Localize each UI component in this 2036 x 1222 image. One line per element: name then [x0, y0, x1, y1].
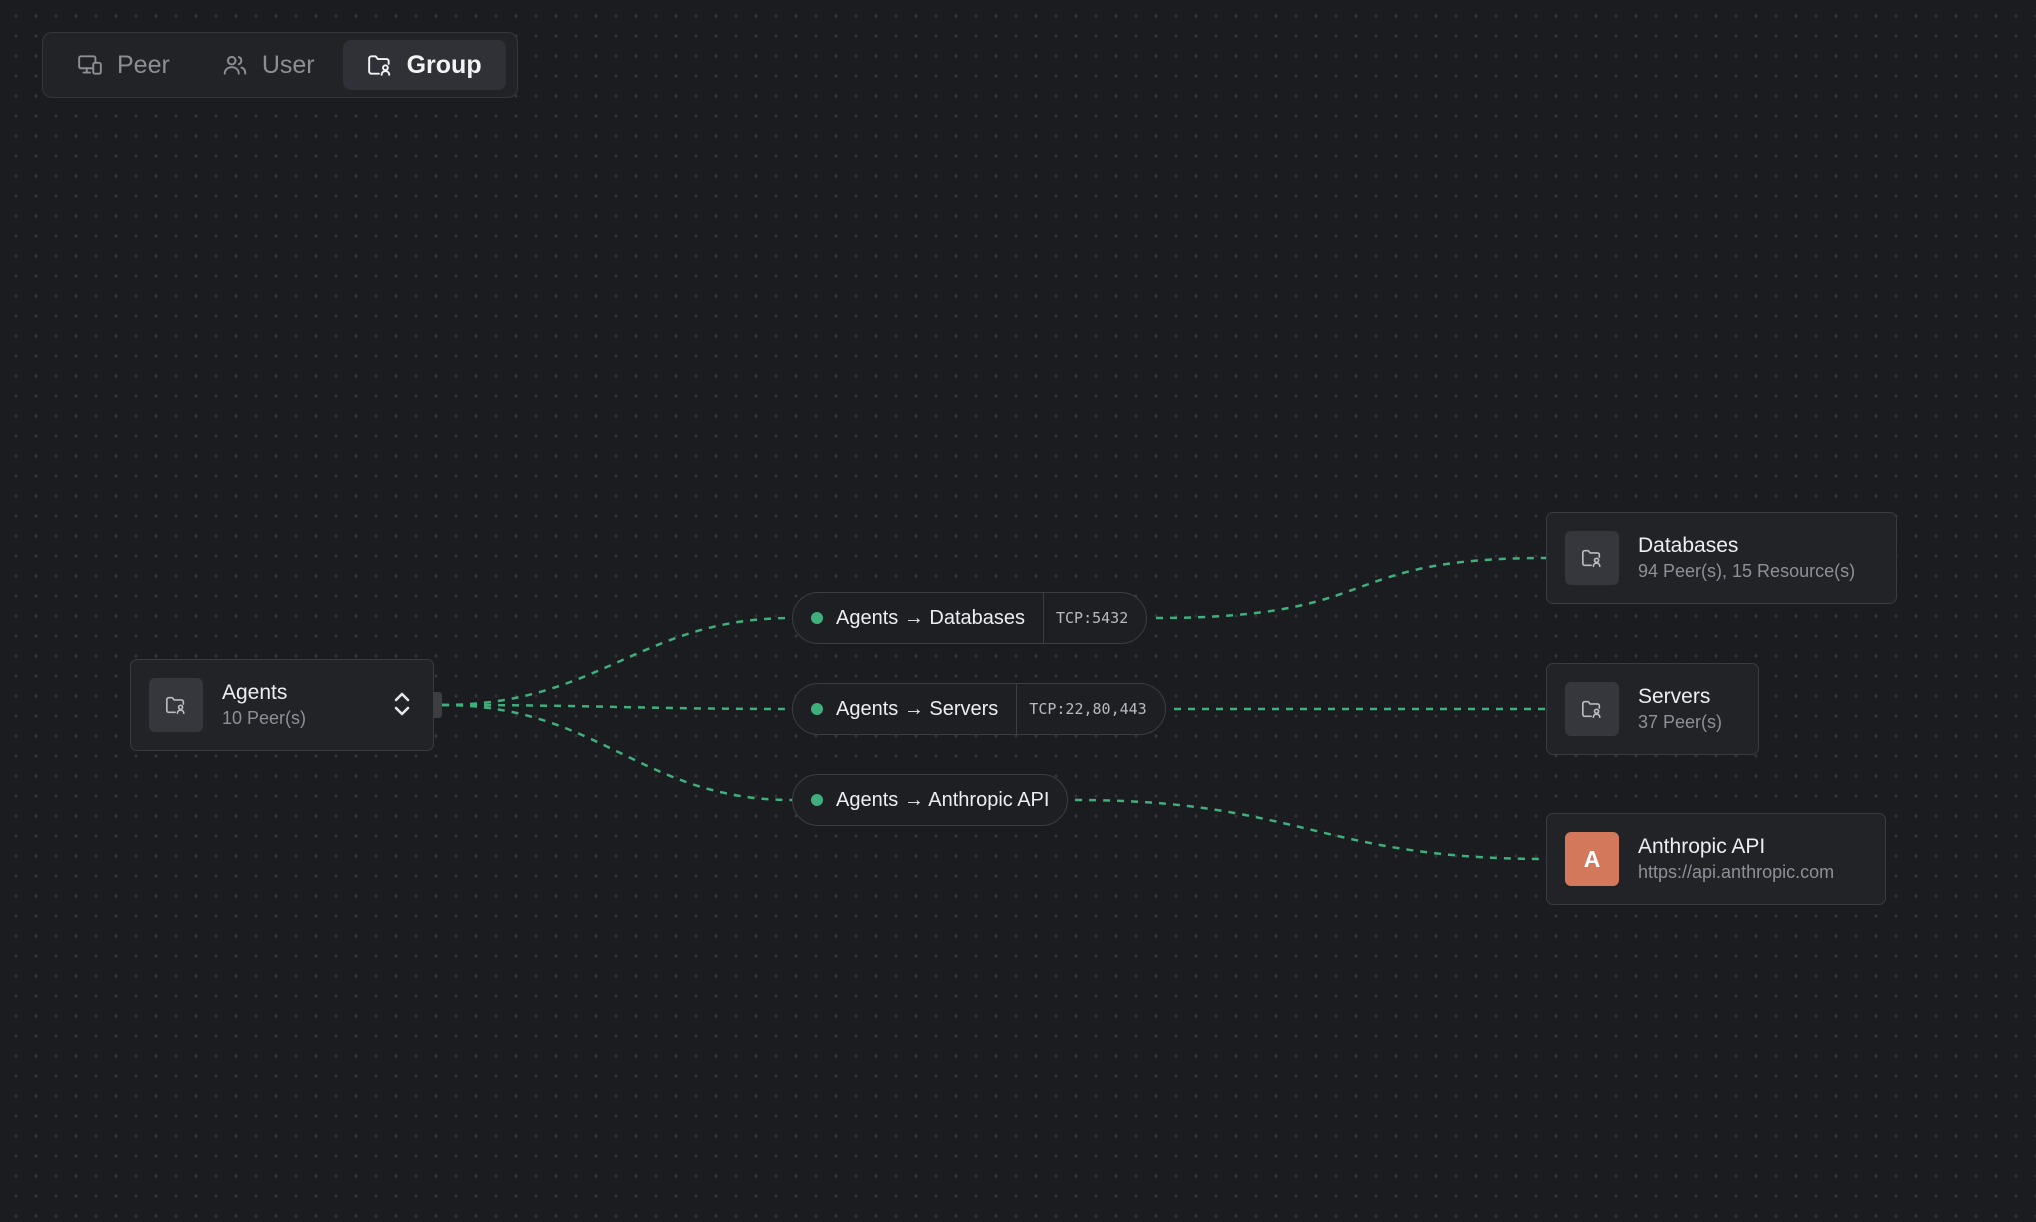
folder-user-icon — [166, 696, 185, 715]
policy-ports: TCP:22,80,443 — [1016, 684, 1164, 734]
node-subtitle: 10 Peer(s) — [222, 708, 307, 728]
anthropic-logo-badge: A — [1565, 832, 1619, 886]
node-title: Servers — [1638, 685, 1711, 708]
node-subtitle: 94 Peer(s), 15 Resource(s) — [1638, 561, 1856, 581]
chevron-up-down-icon[interactable] — [391, 690, 413, 718]
edge-policy-to-databases — [1155, 556, 1547, 620]
destination-node-servers[interactable]: Servers 37 Peer(s) — [1546, 663, 1759, 755]
edge-agents-to-policy-anthropic — [441, 703, 793, 802]
status-dot — [811, 794, 823, 806]
node-icon-box — [149, 678, 203, 732]
status-dot — [811, 612, 823, 624]
node-title: Agents — [222, 681, 288, 704]
policy-ports: TCP:5432 — [1043, 593, 1146, 643]
tab-group-label: Group — [406, 50, 482, 79]
folder-user-icon — [367, 55, 390, 76]
destination-node-anthropic-api[interactable]: A Anthropic API https://api.anthropic.co… — [1546, 813, 1886, 905]
source-handle[interactable] — [433, 692, 442, 718]
policy-pill-databases[interactable]: Agents → Databases TCP:5432 — [792, 592, 1148, 644]
node-icon-box — [1565, 531, 1619, 585]
folder-user-icon — [1582, 700, 1601, 719]
tab-peer-label: Peer — [117, 50, 170, 79]
policy-pill-anthropic[interactable]: Agents → Anthropic API — [792, 774, 1069, 826]
view-mode-tabs: Peer User Group — [42, 32, 518, 98]
edge-agents-to-policy-servers — [441, 703, 793, 711]
folder-user-icon — [1582, 549, 1601, 568]
policy-pill-servers[interactable]: Agents → Servers TCP:22,80,443 — [792, 683, 1166, 735]
node-subtitle: 37 Peer(s) — [1638, 712, 1723, 732]
policy-label: Agents → Servers — [836, 697, 999, 720]
destination-node-databases[interactable]: Databases 94 Peer(s), 15 Resource(s) — [1546, 512, 1897, 604]
edge-policy-to-anthropic — [1074, 798, 1547, 861]
users-icon — [223, 55, 247, 75]
edge-agents-to-policy-databases — [441, 616, 793, 707]
source-node-agents[interactable]: Agents 10 Peer(s) — [130, 659, 434, 751]
node-icon-box — [1565, 682, 1619, 736]
node-title: Anthropic API — [1638, 835, 1766, 858]
monitor-phone-icon — [78, 55, 102, 75]
tab-user[interactable]: User — [198, 40, 339, 90]
node-title: Databases — [1638, 534, 1739, 557]
tab-group[interactable]: Group — [342, 40, 506, 90]
status-dot — [811, 703, 823, 715]
policy-label: Agents → Anthropic API — [836, 788, 1050, 811]
policy-label: Agents → Databases — [836, 606, 1025, 629]
node-subtitle: https://api.anthropic.com — [1638, 862, 1835, 882]
tab-peer[interactable]: Peer — [53, 40, 194, 90]
tab-user-label: User — [261, 50, 315, 79]
